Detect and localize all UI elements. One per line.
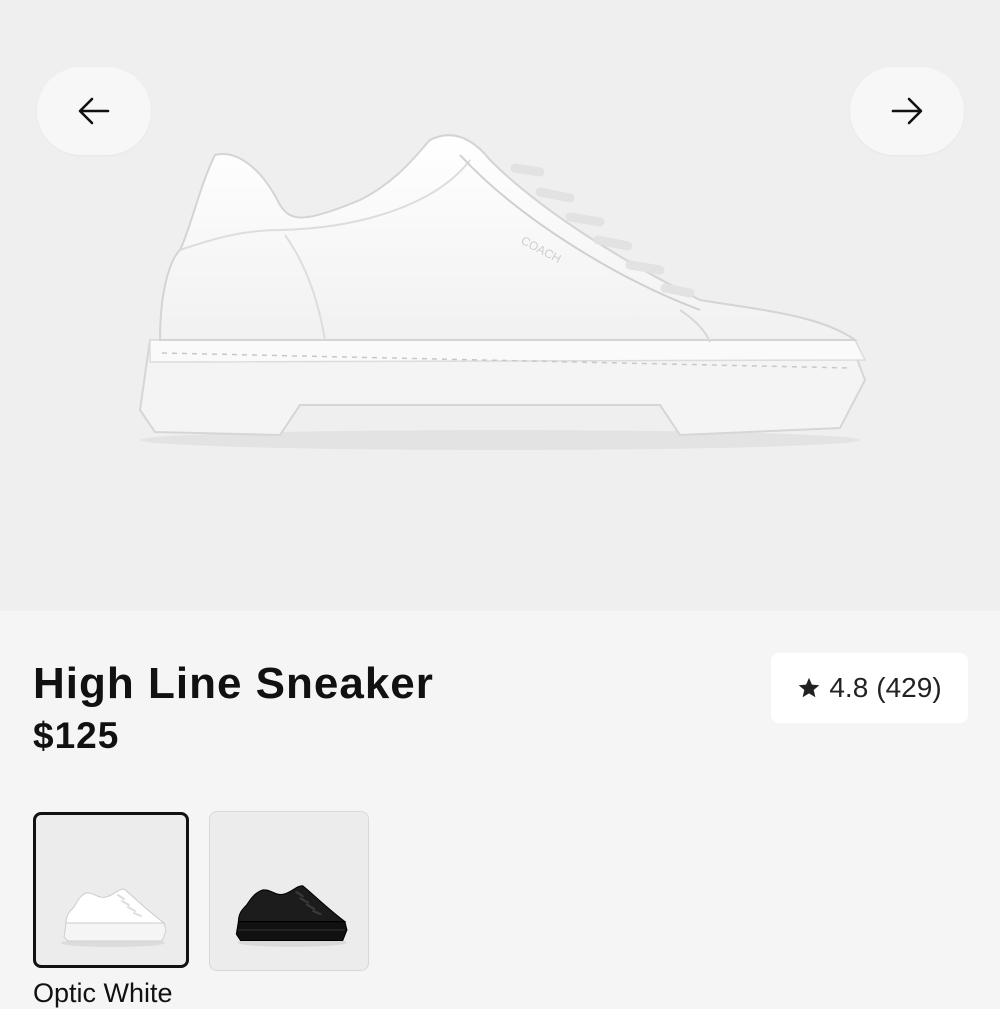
product-image-gallery: COACH	[0, 0, 1000, 611]
product-title: High Line Sneaker	[33, 659, 434, 708]
rating-count: (429)	[876, 672, 942, 703]
black-sneaker-thumbnail	[235, 885, 348, 947]
arrow-right-icon	[891, 97, 923, 125]
previous-image-button[interactable]	[37, 67, 151, 155]
optic-white-sneaker-thumbnail	[61, 888, 167, 947]
arrow-left-icon	[78, 97, 110, 125]
color-swatch-optic-white[interactable]	[33, 812, 189, 968]
color-swatch-black[interactable]	[209, 811, 369, 971]
selected-color-label: Optic White	[33, 978, 173, 1008]
star-icon	[799, 677, 820, 698]
product-price: $125	[33, 715, 120, 756]
rating-value: 4.8	[829, 672, 869, 703]
rating-badge[interactable]: 4.8 (429)	[771, 653, 968, 723]
next-image-button[interactable]	[850, 67, 964, 155]
product-hero-image: COACH	[138, 134, 867, 450]
product-info: High Line Sneaker $125 4.8 (429) Optic W…	[0, 611, 1000, 1008]
